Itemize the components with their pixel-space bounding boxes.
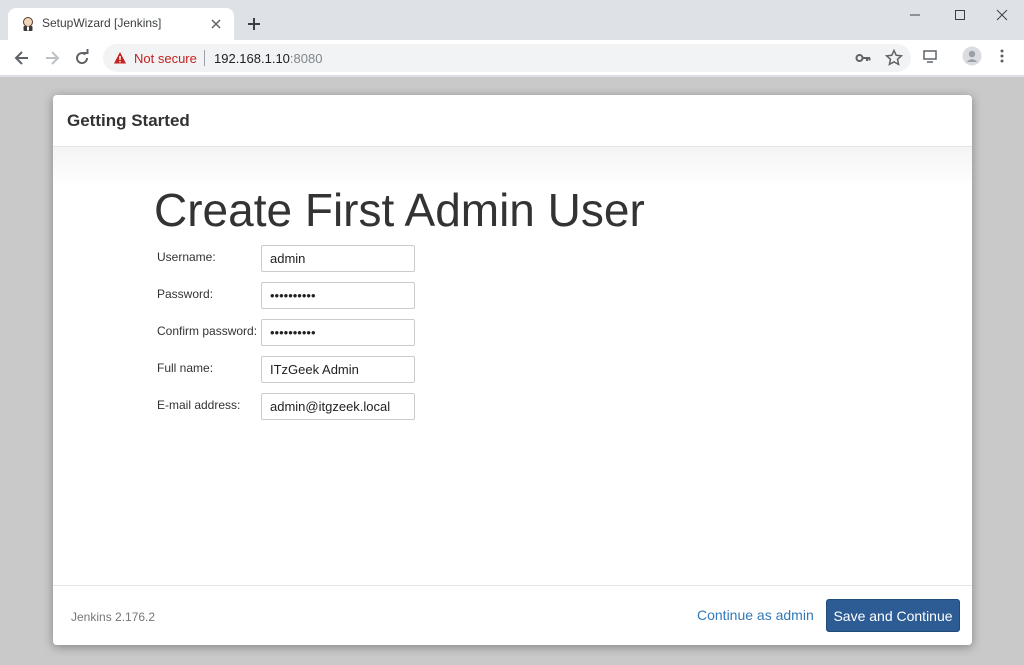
url-text: 192.168.1.10:8080: [214, 51, 322, 66]
dialog-body: Create First Admin User Username: Passwo…: [53, 147, 972, 585]
dialog-header: Getting Started: [53, 95, 972, 147]
password-input[interactable]: [261, 282, 415, 309]
key-icon[interactable]: [855, 50, 871, 66]
username-input[interactable]: [261, 245, 415, 272]
tab-strip: SetupWizard [Jenkins]: [0, 0, 1024, 40]
setup-wizard-dialog: Getting Started Create First Admin User …: [53, 95, 972, 645]
url-host: 192.168.1.10: [214, 51, 290, 66]
star-icon[interactable]: [885, 49, 903, 67]
tab-title: SetupWizard [Jenkins]: [42, 16, 162, 30]
browser-toolbar: Not secure 192.168.1.10:8080: [0, 40, 1024, 76]
plus-icon[interactable]: [244, 14, 264, 34]
divider: [204, 50, 205, 66]
version-label: Jenkins 2.176.2: [71, 610, 156, 624]
dialog-title: Getting Started: [67, 111, 190, 130]
email-input[interactable]: [261, 393, 415, 420]
confirm-password-label: Confirm password:: [157, 324, 258, 338]
kebab-menu-icon[interactable]: [994, 48, 1010, 64]
username-label: Username:: [157, 250, 216, 264]
arrow-right-icon[interactable]: [42, 48, 62, 68]
close-icon[interactable]: [208, 16, 224, 32]
security-status[interactable]: Not secure: [134, 51, 197, 66]
address-bar[interactable]: Not secure 192.168.1.10:8080: [103, 44, 911, 72]
full-name-input[interactable]: [261, 356, 415, 383]
minimize-button[interactable]: [892, 0, 938, 30]
full-name-label: Full name:: [157, 361, 214, 375]
arrow-left-icon[interactable]: [12, 48, 32, 68]
close-icon: [996, 9, 1008, 21]
window-close-button[interactable]: [979, 0, 1024, 30]
email-label: E-mail address:: [157, 398, 241, 412]
confirm-password-input[interactable]: [261, 319, 415, 346]
maximize-icon: [955, 10, 965, 20]
maximize-button[interactable]: [937, 0, 983, 30]
dialog-footer: Jenkins 2.176.2 Continue as admin Save a…: [53, 585, 972, 645]
profile-icon[interactable]: [962, 46, 982, 66]
cast-icon[interactable]: [922, 48, 938, 64]
browser-tab[interactable]: SetupWizard [Jenkins]: [8, 8, 234, 40]
minimize-icon: [910, 14, 920, 16]
continue-as-admin-link[interactable]: Continue as admin: [697, 607, 814, 623]
password-label: Password:: [157, 287, 214, 301]
page-title: Create First Admin User: [154, 184, 645, 236]
reload-icon[interactable]: [72, 48, 92, 68]
page-viewport: Getting Started Create First Admin User …: [0, 77, 1024, 665]
url-port: :8080: [289, 51, 323, 66]
warning-triangle-icon: [114, 52, 126, 64]
save-and-continue-button[interactable]: Save and Continue: [826, 599, 960, 632]
jenkins-butler-icon: [23, 17, 33, 31]
